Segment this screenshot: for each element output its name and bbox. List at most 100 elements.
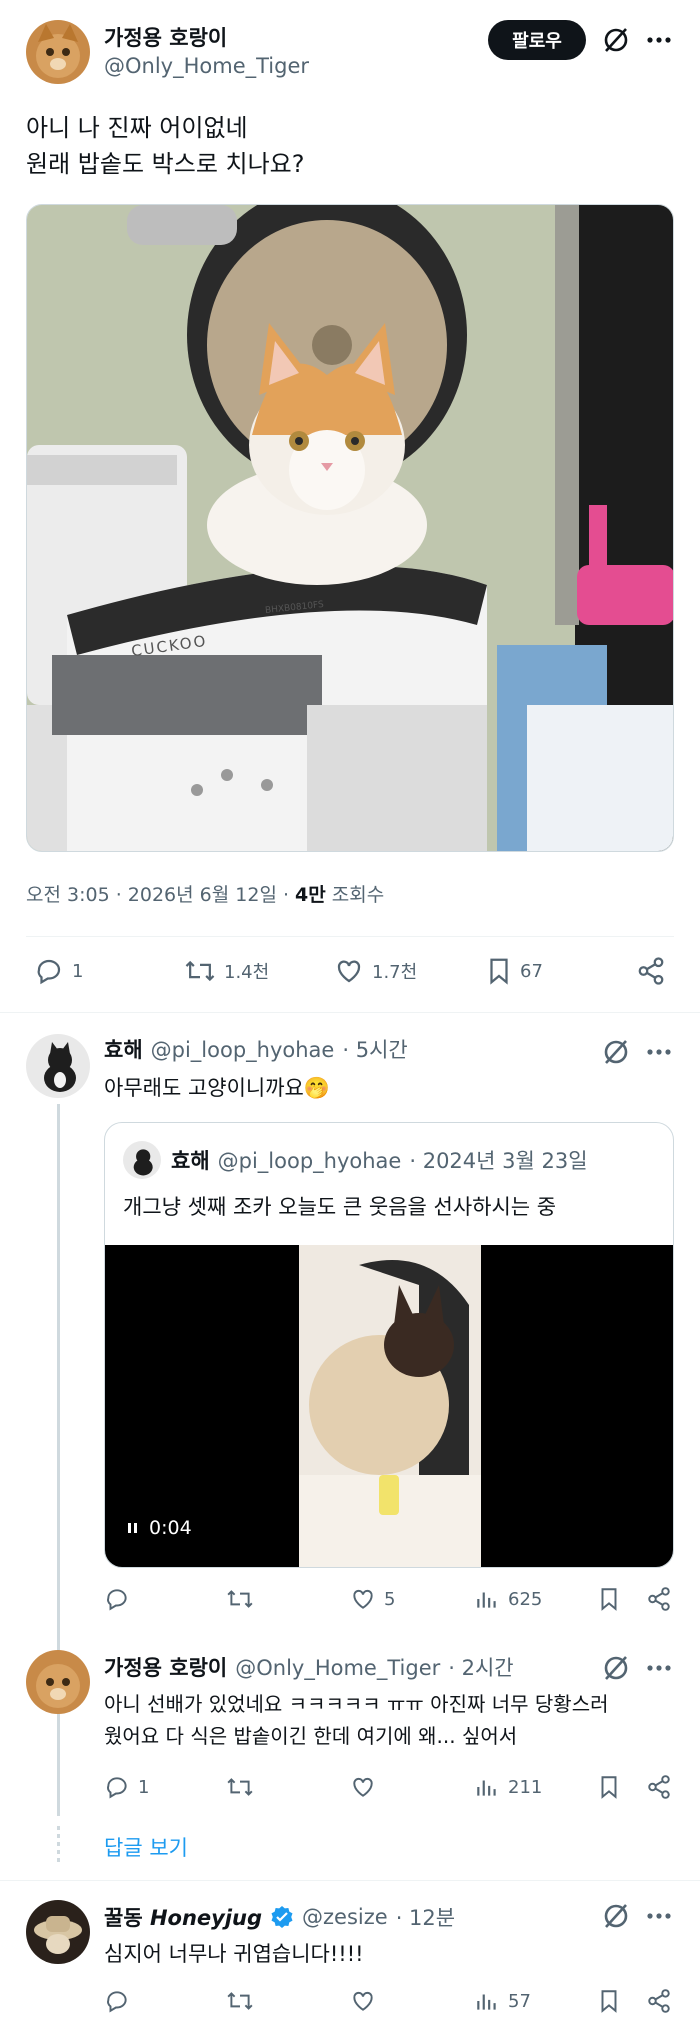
views-count: 625: [508, 1588, 543, 1610]
avatar[interactable]: [26, 1034, 90, 1098]
more-options-icon[interactable]: [646, 1906, 672, 1926]
views-label: 조회수: [325, 884, 385, 906]
reply-button[interactable]: [104, 1586, 130, 1612]
divider: [0, 1880, 700, 1881]
reply-text: 심지어 너무나 귀엽습니다!!!!: [104, 1942, 364, 1966]
more-options-icon[interactable]: [646, 30, 672, 50]
quote-video[interactable]: 0:04: [105, 1245, 673, 1567]
follow-label: 팔로우: [512, 31, 562, 52]
tweet-text-line: 원래 밥솥도 박스로 치나요?: [26, 150, 305, 178]
grok-icon[interactable]: [600, 1900, 632, 1932]
heart-icon: [350, 1774, 376, 1800]
retweet-button[interactable]: [226, 1774, 254, 1800]
user-handle[interactable]: @zesize: [302, 1905, 388, 1929]
bookmark-icon[interactable]: [598, 1586, 620, 1612]
heart-icon: [334, 956, 364, 986]
divider: [0, 1012, 700, 1013]
reply-header: 가정용 호랑이 @Only_Home_Tiger · 2시간: [104, 1652, 514, 1682]
retweet-icon: [226, 1988, 254, 2014]
retweet-icon: [184, 956, 216, 986]
tweet-timestamp[interactable]: 오전 3:05 · 2026년 6월 12일 · 4만 조회수: [26, 880, 384, 907]
views-button[interactable]: 211: [474, 1774, 542, 1800]
views-icon: [474, 1586, 500, 1612]
timestamp-text: 오전 3:05 · 2026년 6월 12일 ·: [26, 884, 296, 906]
display-name[interactable]: 가정용 호랑이: [104, 1652, 227, 1682]
like-count: 5: [384, 1588, 396, 1610]
retweet-button[interactable]: 1.4천: [184, 956, 269, 986]
like-count: 1.7천: [372, 962, 418, 983]
share-icon[interactable]: [646, 1988, 672, 2014]
pause-icon[interactable]: [127, 1521, 139, 1535]
share-icon[interactable]: [646, 1586, 672, 1612]
bookmark-icon: [486, 956, 512, 986]
avatar[interactable]: [26, 1900, 90, 1964]
view-count: 4만: [295, 884, 326, 906]
reply-text: 아무래도 고양이니까요🤭: [104, 1076, 331, 1100]
like-button[interactable]: 1.7천: [334, 956, 417, 986]
reply-time[interactable]: · 12분: [396, 1902, 455, 1932]
reply-icon: [104, 1774, 130, 1800]
views-button[interactable]: 625: [474, 1586, 542, 1612]
views-icon: [474, 1988, 500, 2014]
reply-text: 아니 선배가 있었네요 ㅋㅋㅋㅋㅋ ㅠㅠ 아진짜 너무 당황스러 웠어요 다 식…: [104, 1688, 609, 1752]
tweet-text: 아니 나 진짜 어이없네 원래 밥솥도 박스로 치나요?: [26, 110, 305, 182]
tweet-image[interactable]: CUCKOO BHXB0810FS: [26, 204, 674, 852]
reply-count: 1: [72, 960, 84, 982]
grok-icon[interactable]: [600, 1036, 632, 1068]
retweet-icon: [226, 1774, 254, 1800]
reply-text-line: 웠어요 다 식은 밥솥이긴 한데 여기에 왜... 싶어서: [104, 1724, 518, 1748]
quote-text: 개그냥 셋째 조카 오늘도 큰 웃음을 선사하시는 중: [123, 1195, 557, 1219]
video-timer: 0:04: [127, 1517, 192, 1539]
tweet-text-line: 아니 나 진짜 어이없네: [26, 114, 248, 142]
show-replies-link[interactable]: 답글 보기: [104, 1832, 188, 1862]
display-name-english: Honeyjug: [149, 1906, 263, 1930]
display-name[interactable]: 효해: [104, 1034, 143, 1064]
more-options-icon[interactable]: [646, 1658, 672, 1678]
verified-badge-icon: [270, 1905, 294, 1929]
more-options-icon[interactable]: [646, 1042, 672, 1062]
reply-time[interactable]: · 2시간: [448, 1652, 513, 1682]
thread-dots: [57, 1826, 60, 1866]
bookmark-icon[interactable]: [598, 1774, 620, 1800]
user-handle[interactable]: @Only_Home_Tiger: [104, 54, 309, 78]
retweet-button[interactable]: [226, 1988, 254, 2014]
reply-text-line: 아니 선배가 있었네요 ㅋㅋㅋㅋㅋ ㅠㅠ 아진짜 너무 당황스러: [104, 1692, 609, 1716]
user-handle: @pi_loop_hyohae: [217, 1149, 402, 1173]
like-button[interactable]: [350, 1774, 376, 1800]
views-count: 211: [508, 1776, 543, 1798]
grok-icon[interactable]: [600, 24, 632, 56]
quote-header: 효해 @pi_loop_hyohae · 2024년 3월 23일: [171, 1145, 588, 1175]
user-handle[interactable]: @Only_Home_Tiger: [235, 1656, 440, 1680]
like-button[interactable]: [350, 1988, 376, 2014]
like-button[interactable]: 5: [350, 1586, 395, 1612]
quote-date: · 2024년 3월 23일: [409, 1149, 588, 1173]
views-button[interactable]: 57: [474, 1988, 531, 2014]
quote-tweet-card[interactable]: 효해 @pi_loop_hyohae · 2024년 3월 23일 개그냥 셋째…: [104, 1122, 674, 1568]
reply-icon: [34, 956, 64, 986]
bookmark-count: 67: [520, 960, 543, 982]
reply-button[interactable]: [104, 1988, 130, 2014]
user-handle[interactable]: @pi_loop_hyohae: [151, 1038, 335, 1062]
grok-icon[interactable]: [600, 1652, 632, 1684]
retweet-button[interactable]: [226, 1586, 254, 1612]
reply-button[interactable]: 1: [34, 956, 83, 986]
avatar[interactable]: [26, 1650, 90, 1714]
reply-icon: [104, 1988, 130, 2014]
retweet-count: 1.4천: [224, 962, 270, 983]
share-icon[interactable]: [646, 1774, 672, 1800]
reply-count: 1: [138, 1776, 150, 1798]
share-icon[interactable]: [636, 956, 666, 986]
reply-time[interactable]: · 5시간: [342, 1034, 407, 1064]
display-name: 효해: [171, 1149, 210, 1173]
avatar[interactable]: [26, 20, 90, 84]
display-name[interactable]: 가정용 호랑이: [104, 22, 227, 52]
bookmark-icon[interactable]: [598, 1988, 620, 2014]
reply-button[interactable]: 1: [104, 1774, 149, 1800]
follow-button[interactable]: 팔로우: [488, 20, 586, 60]
bookmark-button[interactable]: 67: [486, 956, 543, 986]
display-name[interactable]: 꿀동 Honeyjug: [104, 1902, 262, 1932]
retweet-icon: [226, 1586, 254, 1612]
video-duration: 0:04: [149, 1517, 192, 1539]
divider: [26, 936, 674, 937]
reply-header: 꿀동 Honeyjug @zesize · 12분: [104, 1902, 455, 1932]
